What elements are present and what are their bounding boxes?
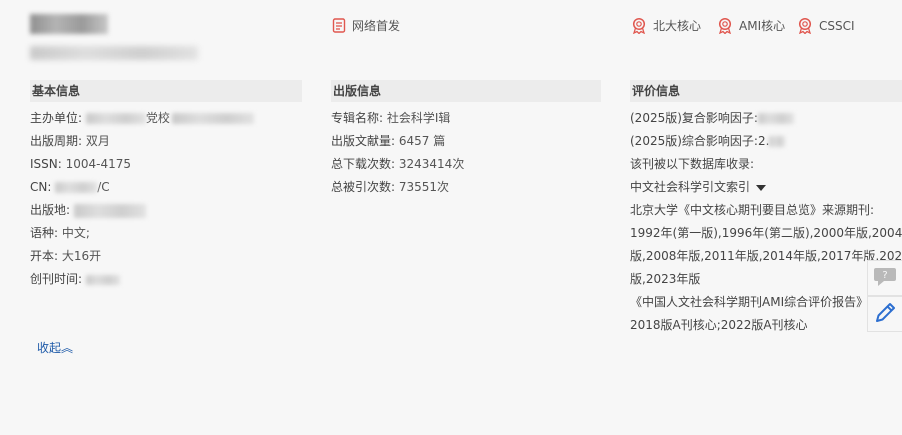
composite-impact-factor-redacted bbox=[757, 113, 794, 124]
document-icon bbox=[332, 18, 346, 33]
format-row: 开本: 大16开 bbox=[30, 245, 302, 268]
first-publication-badge[interactable]: 网络首发 bbox=[332, 17, 400, 34]
indexed-by-row: 该刊被以下数据库收录: bbox=[630, 157, 755, 171]
basic-info-section: 基本信息 主办单位: 党校 出版周期: 双月 ISSN: 1004-4175 C… bbox=[30, 80, 302, 291]
award-icon bbox=[797, 17, 813, 34]
article-count-row: 出版文献量: 6457 篇 bbox=[331, 130, 601, 153]
citations-value: 73551次 bbox=[398, 180, 450, 194]
language-label: 语种: bbox=[30, 226, 59, 240]
first-publication-label: 网络首发 bbox=[352, 19, 401, 33]
downloads-label: 总下载次数: bbox=[331, 157, 396, 171]
cycle-row: 出版周期: 双月 bbox=[30, 130, 302, 153]
article-count-value: 6457 篇 bbox=[398, 134, 446, 148]
series-row: 专辑名称: 社会科学Ⅰ辑 bbox=[331, 107, 601, 130]
overall-impact-factor-partial: 2. bbox=[757, 134, 770, 148]
cssci-badge: CSSCI bbox=[797, 17, 855, 34]
pku-source-row: 北京大学《中文核心期刊要目总览》来源期刊: bbox=[630, 203, 875, 217]
series-label: 专辑名称: bbox=[331, 111, 384, 125]
founded-row: 创刊时间: bbox=[30, 268, 302, 291]
ami-report-row: 《中国人文社会科学期刊AMI综合评价报告》: bbox=[630, 295, 873, 309]
award-icon bbox=[631, 17, 647, 34]
series-value: 社会科学Ⅰ辑 bbox=[386, 111, 451, 125]
publication-info-heading: 出版信息 bbox=[331, 80, 601, 102]
sponsor-redacted-tail bbox=[171, 113, 254, 124]
ami-core-label: AMI核心 bbox=[739, 19, 786, 33]
composite-impact-factor-label: (2025版)复合影响因子: bbox=[630, 111, 758, 125]
chevron-down-icon bbox=[756, 184, 767, 191]
downloads-row: 总下载次数: 3243414次 bbox=[331, 153, 601, 176]
pku-years-line-1: 1992年(第一版),1996年(第二版),2000年版,2004年 bbox=[630, 226, 902, 240]
downloads-value: 3243414次 bbox=[398, 157, 465, 171]
pku-years-line-2: 版,2008年版,2011年版,2014年版,2017年版,2020年 bbox=[630, 249, 902, 263]
evaluation-info-heading: 评价信息 bbox=[630, 80, 902, 102]
issn-value: 1004-4175 bbox=[65, 157, 132, 171]
basic-info-heading: 基本信息 bbox=[30, 80, 302, 102]
composite-impact-factor-row: (2025版)复合影响因子: bbox=[630, 107, 902, 130]
cycle-label: 出版周期: bbox=[30, 134, 83, 148]
cycle-value: 双月 bbox=[85, 134, 110, 148]
sponsor-row: 主办单位: 党校 bbox=[30, 107, 302, 130]
ami-years-row: 2018版A刊核心;2022版A刊核心 bbox=[630, 318, 808, 332]
place-label: 出版地: bbox=[30, 203, 71, 217]
place-redacted bbox=[73, 203, 146, 218]
citations-row: 总被引次数: 73551次 bbox=[331, 176, 601, 199]
edit-button[interactable] bbox=[867, 296, 902, 332]
article-count-label: 出版文献量: bbox=[331, 134, 396, 148]
language-value: 中文; bbox=[61, 226, 90, 240]
pku-core-label: 北大核心 bbox=[653, 19, 702, 33]
place-row: 出版地: bbox=[30, 199, 302, 222]
cssci-label: CSSCI bbox=[819, 18, 855, 33]
cn-value: /C bbox=[97, 180, 110, 194]
collapse-link[interactable]: 收起︽ bbox=[37, 339, 73, 356]
citations-label: 总被引次数: bbox=[331, 180, 396, 194]
founded-label: 创刊时间: bbox=[30, 272, 83, 286]
database-dropdown[interactable]: 中文社会科学引文索引 bbox=[630, 176, 902, 199]
pku-years-line-3: 版,2023年版 bbox=[630, 272, 701, 286]
issn-label: ISSN: bbox=[30, 157, 62, 171]
founded-redacted bbox=[85, 274, 120, 285]
overall-impact-factor-row: (2025版)综合影响因子:2. bbox=[630, 130, 902, 153]
ami-core-badge: AMI核心 bbox=[717, 17, 785, 34]
overall-impact-factor-label: (2025版)综合影响因子: bbox=[630, 134, 758, 148]
language-row: 语种: 中文; bbox=[30, 222, 302, 245]
format-label: 开本: bbox=[30, 249, 59, 263]
journal-title-redacted bbox=[30, 14, 108, 34]
svg-text:?: ? bbox=[882, 270, 887, 281]
pencil-icon bbox=[873, 301, 897, 328]
feedback-button[interactable]: ? bbox=[867, 260, 902, 296]
comment-icon: ? bbox=[873, 266, 897, 291]
pku-core-badge: 北大核心 bbox=[631, 17, 701, 34]
sponsor-label: 主办单位: bbox=[30, 111, 83, 125]
issn-row: ISSN: 1004-4175 bbox=[30, 153, 302, 176]
cn-label: CN: bbox=[30, 180, 52, 194]
evaluation-info-section: 评价信息 (2025版)复合影响因子: (2025版)综合影响因子:2. 该刊被… bbox=[630, 80, 902, 337]
database-dropdown-label: 中文社会科学引文索引 bbox=[630, 180, 751, 194]
publication-info-section: 出版信息 专辑名称: 社会科学Ⅰ辑 出版文献量: 6457 篇 总下载次数: 3… bbox=[331, 80, 601, 199]
award-icon bbox=[717, 17, 733, 34]
sponsor-text: 党校 bbox=[145, 111, 170, 125]
overall-impact-factor-redacted bbox=[769, 136, 786, 147]
format-value: 大16开 bbox=[61, 249, 102, 263]
cn-row: CN: /C bbox=[30, 176, 302, 199]
cn-redacted bbox=[55, 182, 98, 193]
journal-subtitle-redacted bbox=[30, 46, 198, 60]
sponsor-redacted bbox=[85, 113, 146, 124]
